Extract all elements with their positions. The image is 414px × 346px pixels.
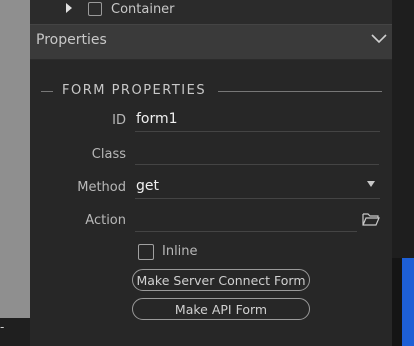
class-label: Class (91, 147, 126, 162)
left-bottom-text: - (0, 320, 5, 334)
method-select[interactable]: get (135, 178, 380, 199)
id-label: ID (112, 113, 126, 128)
method-label: Method (77, 180, 126, 195)
properties-title: Properties (36, 32, 107, 48)
tree-checkbox[interactable] (88, 2, 102, 16)
expand-arrow-icon[interactable] (66, 3, 72, 13)
section-divider-left (41, 91, 53, 92)
inline-label: Inline (162, 244, 198, 259)
left-bottom-bar (0, 318, 30, 346)
right-dark-edge (392, 258, 402, 346)
inline-checkbox[interactable] (138, 244, 154, 260)
class-field[interactable] (135, 144, 379, 165)
action-field[interactable] (135, 211, 357, 232)
chevron-down-icon[interactable] (371, 34, 387, 44)
make-api-form-button[interactable]: Make API Form (132, 298, 310, 320)
select-arrow-icon[interactable] (367, 181, 375, 187)
tree-item-label[interactable]: Container (111, 2, 175, 17)
folder-icon[interactable] (362, 212, 380, 226)
tree-row-container[interactable] (30, 0, 392, 22)
section-divider-right (218, 91, 382, 92)
right-blue-edge (402, 258, 414, 346)
make-server-connect-form-button[interactable]: Make Server Connect Form (132, 269, 310, 291)
id-field[interactable]: form1 (135, 111, 380, 132)
section-title: FORM PROPERTIES (62, 83, 207, 98)
action-label: Action (85, 213, 126, 228)
left-canvas-area (0, 0, 30, 346)
